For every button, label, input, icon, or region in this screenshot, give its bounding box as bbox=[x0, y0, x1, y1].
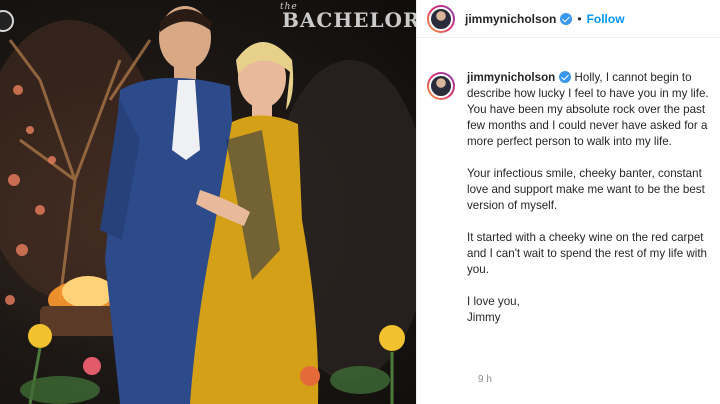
watermark-text: BACHELOR bbox=[282, 8, 416, 32]
header-username[interactable]: jimmynicholson bbox=[465, 12, 556, 26]
signoff-line-2: Jimmy bbox=[467, 311, 501, 324]
caption-paragraph-1: jimmynicholson Holly, I cannot begin to … bbox=[467, 70, 713, 150]
separator-dot: • bbox=[577, 11, 582, 26]
caption-paragraph-2: Your infectious smile, cheeky banter, co… bbox=[467, 167, 705, 212]
watermark-prefix: the bbox=[280, 2, 298, 12]
caption-comment: jimmynicholson Holly, I cannot begin to … bbox=[427, 70, 713, 326]
signoff-line-1: I love you, bbox=[467, 295, 520, 308]
post-photo[interactable]: the BACHELOR bbox=[0, 0, 416, 404]
caption-signoff: I love you, Jimmy bbox=[467, 294, 713, 326]
post-sidebar: jimmynicholson • Follow jimmynicholson H… bbox=[416, 0, 720, 404]
follow-button[interactable]: Follow bbox=[587, 12, 625, 26]
bachelor-watermark: the BACHELOR bbox=[280, 2, 416, 32]
caption-text: jimmynicholson Holly, I cannot begin to … bbox=[467, 70, 713, 326]
avatar-image bbox=[429, 6, 453, 31]
caption-paragraph-3: It started with a cheeky wine on the red… bbox=[467, 231, 708, 276]
verified-badge-icon bbox=[560, 12, 573, 25]
caption-avatar-image bbox=[429, 74, 453, 98]
avatar[interactable] bbox=[427, 4, 455, 33]
caption-verified-icon bbox=[559, 71, 572, 83]
caption-avatar[interactable] bbox=[427, 72, 455, 100]
caption-username[interactable]: jimmynicholson bbox=[467, 71, 555, 84]
post-header: jimmynicholson • Follow bbox=[417, 0, 720, 38]
post-timestamp[interactable]: 9 h bbox=[478, 374, 492, 385]
couple-photo-illustration bbox=[0, 6, 416, 404]
